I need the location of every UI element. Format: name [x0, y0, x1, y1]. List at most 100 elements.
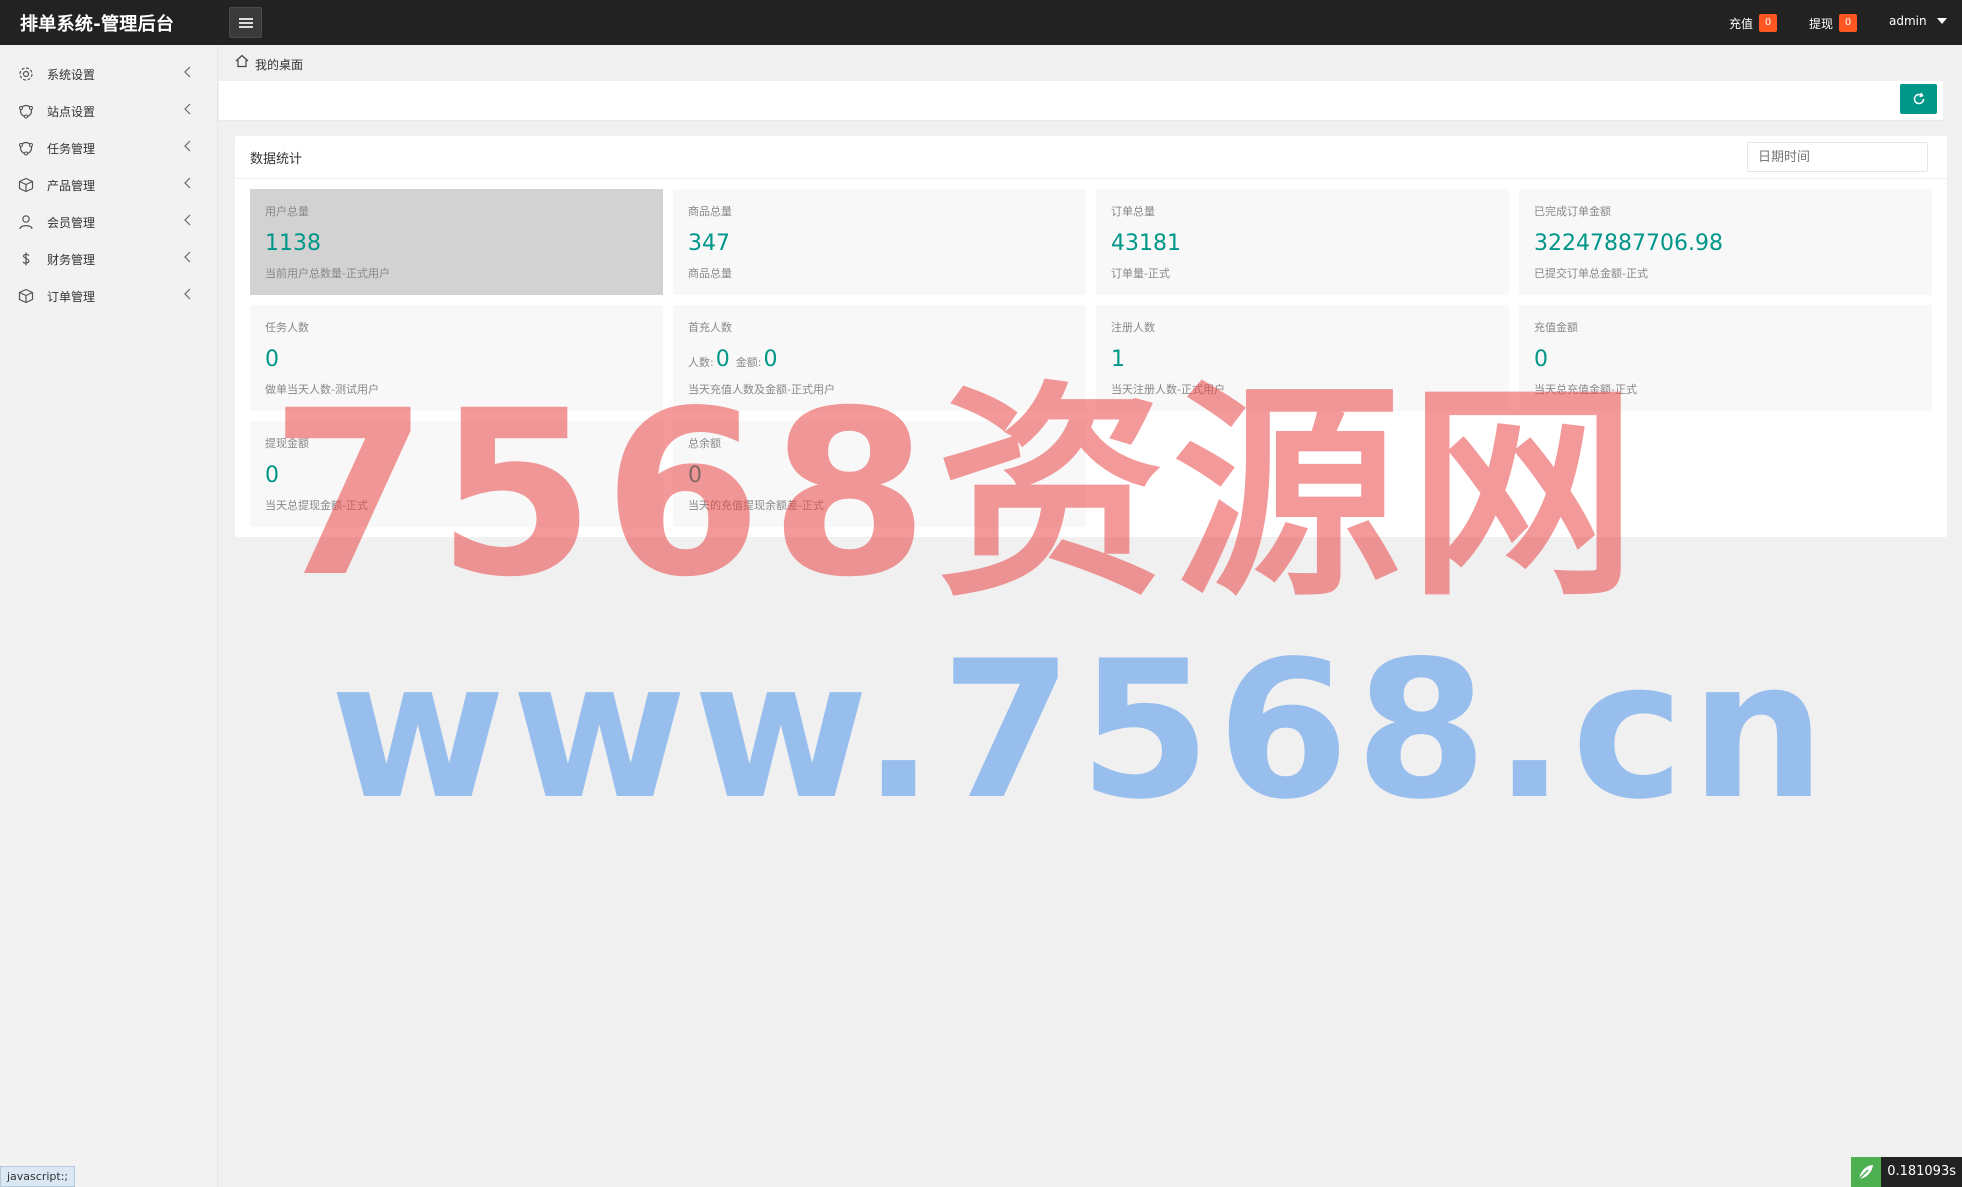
divider	[235, 178, 1947, 179]
refresh-icon	[1913, 92, 1924, 105]
hamburger-icon	[238, 17, 253, 28]
stat-value: 32247887706.98	[1534, 231, 1723, 256]
chevron-left-icon	[184, 66, 191, 78]
card-title: 数据统计	[250, 152, 303, 167]
sidebar-item-product-management[interactable]: 产品管理	[0, 166, 218, 203]
stat-registered-users[interactable]: 注册人数 1 当天注册人数-正式用户	[1096, 305, 1509, 411]
stat-desc: 做单当天人数-测试用户	[265, 383, 379, 396]
status-tooltip: javascript:;	[0, 1166, 76, 1187]
stat-inline-values: 人数: 0 金额: 0	[688, 347, 781, 372]
box-icon	[18, 177, 34, 193]
stat-user-total[interactable]: 用户总量 1138 当前用户总数量-正式用户	[250, 189, 663, 295]
recharge-link[interactable]: 充值 0	[1729, 14, 1778, 32]
stat-value: 0	[265, 347, 279, 372]
stat-desc: 当前用户总数量-正式用户	[265, 267, 390, 280]
stat-desc: 当天总充值金额-正式	[1534, 383, 1637, 396]
stat-desc: 当天注册人数-正式用户	[1111, 383, 1225, 396]
watermark-url: www.7568.cn	[330, 620, 1832, 841]
sidebar: 系统设置 站点设置 任务管理 产品管理 会员管理 财务管理 订单管理	[0, 45, 218, 1187]
chevron-left-icon	[184, 103, 191, 115]
stat-recharge-amount[interactable]: 充值金额 0 当天总充值金额-正式	[1519, 305, 1932, 411]
amount-value: 0	[763, 347, 778, 372]
site-icon	[19, 104, 33, 119]
stat-desc: 已提交订单总金额-正式	[1534, 267, 1648, 280]
stat-withdraw-amount[interactable]: 提现金额 0 当天总提现金额-正式	[250, 421, 663, 527]
stat-desc: 商品总量	[688, 267, 732, 280]
stat-title: 提现金额	[265, 437, 309, 450]
people-label: 人数:	[688, 356, 714, 369]
date-input[interactable]	[1747, 142, 1928, 172]
stat-value: 1138	[265, 231, 321, 256]
chevron-left-icon	[184, 140, 191, 152]
recharge-label: 充值	[1729, 16, 1754, 31]
timer-text: 0.181093s	[1881, 1157, 1962, 1187]
stat-title: 总余额	[688, 437, 721, 450]
toolbar	[219, 81, 1943, 121]
refresh-button[interactable]	[1900, 84, 1937, 114]
stat-first-recharge[interactable]: 首充人数 人数: 0 金额: 0 当天充值人数及金额-正式用户	[673, 305, 1086, 411]
sidebar-item-label: 会员管理	[47, 216, 96, 230]
withdraw-link[interactable]: 提现 0	[1809, 14, 1858, 32]
dollar-icon	[22, 252, 30, 266]
stat-value: 1	[1111, 347, 1125, 372]
amount-label: 金额:	[735, 356, 762, 369]
stat-title: 商品总量	[688, 205, 732, 218]
stat-order-total[interactable]: 订单总量 43181 订单量-正式	[1096, 189, 1509, 295]
stat-desc: 当天总提现金额-正式	[265, 499, 368, 512]
sidebar-item-label: 财务管理	[47, 253, 96, 267]
menu-toggle-button[interactable]	[229, 7, 262, 38]
stat-value: 0	[1534, 347, 1548, 372]
sidebar-item-label: 任务管理	[47, 142, 96, 156]
chevron-left-icon	[184, 177, 191, 189]
home-icon	[235, 54, 249, 68]
sidebar-item-system-settings[interactable]: 系统设置	[0, 55, 218, 92]
withdraw-label: 提现	[1809, 16, 1834, 31]
stat-title: 任务人数	[265, 321, 309, 334]
stat-title: 用户总量	[265, 205, 309, 218]
chevron-left-icon	[184, 288, 191, 300]
stats-card: 数据统计 用户总量 1138 当前用户总数量-正式用户 商品总量 347 商品总…	[235, 136, 1947, 537]
user-name: admin	[1889, 14, 1927, 28]
gear-icon	[19, 67, 33, 81]
sidebar-item-member-management[interactable]: 会员管理	[0, 203, 218, 240]
stat-value: 0	[688, 463, 702, 488]
page-timer: 0.181093s	[1851, 1157, 1962, 1187]
stat-product-total[interactable]: 商品总量 347 商品总量	[673, 189, 1086, 295]
sidebar-item-label: 系统设置	[47, 68, 96, 82]
stat-task-users[interactable]: 任务人数 0 做单当天人数-测试用户	[250, 305, 663, 411]
stat-total-balance[interactable]: 总余额 0 当天的充值提现余额差-正式	[673, 421, 1086, 527]
user-icon	[19, 215, 33, 230]
stat-desc: 当天充值人数及金额-正式用户	[688, 383, 835, 396]
sidebar-item-finance-management[interactable]: 财务管理	[0, 240, 218, 277]
sidebar-item-task-management[interactable]: 任务管理	[0, 129, 218, 166]
chevron-left-icon	[184, 214, 191, 226]
breadcrumb: 我的桌面	[219, 45, 1962, 81]
stat-title: 注册人数	[1111, 321, 1155, 334]
sidebar-item-label: 订单管理	[47, 290, 96, 304]
chevron-left-icon	[184, 251, 191, 263]
top-navbar: 排单系统-管理后台 充值 0 提现 0 admin	[0, 0, 1962, 45]
sidebar-item-site-settings[interactable]: 站点设置	[0, 92, 218, 129]
stat-title: 订单总量	[1111, 205, 1155, 218]
stat-value: 347	[688, 231, 730, 256]
sidebar-item-label: 站点设置	[47, 105, 96, 119]
leaf-logo-icon	[1851, 1157, 1882, 1187]
breadcrumb-item-desktop[interactable]: 我的桌面	[255, 56, 303, 73]
stat-title: 首充人数	[688, 321, 732, 334]
sidebar-item-order-management[interactable]: 订单管理	[0, 277, 218, 314]
stat-title: 充值金额	[1534, 321, 1578, 334]
stat-value: 0	[265, 463, 279, 488]
brand-title: 排单系统-管理后台	[20, 14, 175, 35]
caret-down-icon	[1936, 18, 1947, 24]
withdraw-badge: 0	[1839, 14, 1858, 32]
box-icon	[18, 288, 34, 304]
stat-completed-order-amount[interactable]: 已完成订单金额 32247887706.98 已提交订单总金额-正式	[1519, 189, 1932, 295]
task-icon	[19, 141, 33, 156]
stat-desc: 订单量-正式	[1111, 267, 1170, 280]
user-menu[interactable]: admin	[1889, 14, 1947, 28]
stat-value: 43181	[1111, 231, 1181, 256]
sidebar-item-label: 产品管理	[47, 179, 96, 193]
stat-desc: 当天的充值提现余额差-正式	[688, 499, 824, 512]
stat-title: 已完成订单金额	[1534, 205, 1611, 218]
people-value: 0	[715, 347, 730, 372]
